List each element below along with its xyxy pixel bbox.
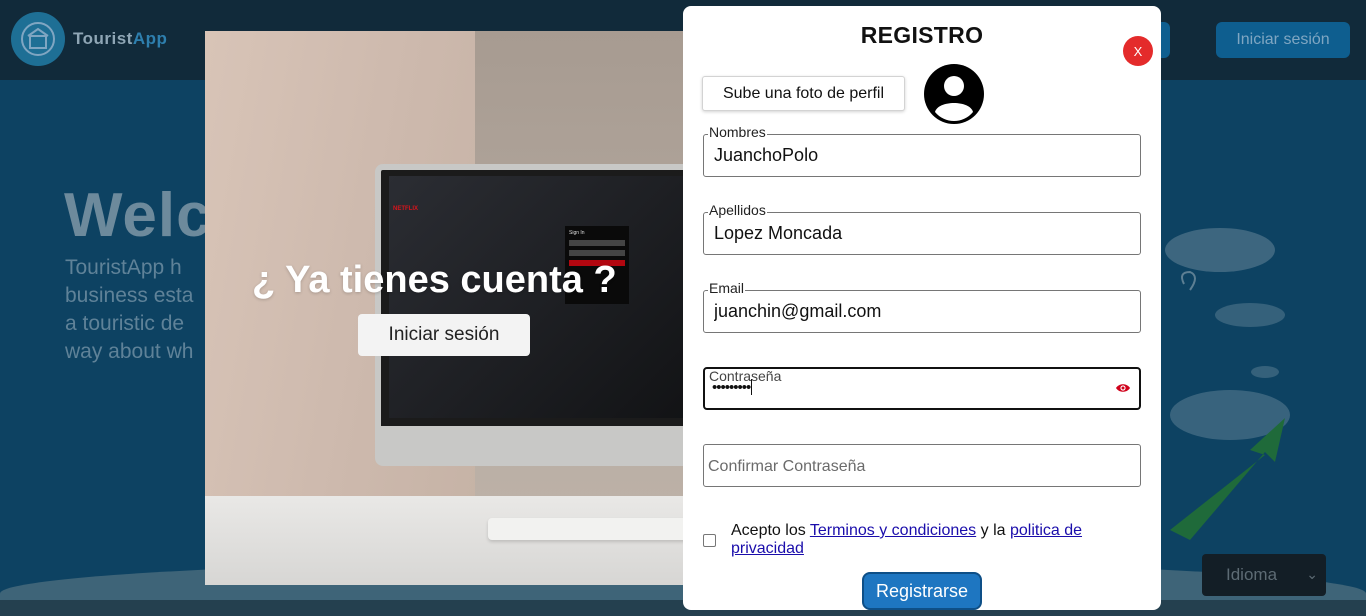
password-field: Contraseña •••••••••: [703, 367, 1141, 410]
modal-title: REGISTRO: [860, 22, 984, 48]
eye-icon[interactable]: [1115, 381, 1131, 395]
terms-checkbox[interactable]: [703, 534, 716, 547]
close-button[interactable]: X: [1123, 36, 1153, 66]
nombres-label: Nombres: [708, 124, 767, 140]
register-button[interactable]: Registrarse: [862, 572, 982, 610]
email-field: Email: [703, 280, 1141, 333]
upload-photo-button[interactable]: Sube una foto de perfil: [702, 76, 905, 111]
keyboard-photo: [488, 518, 698, 540]
language-select[interactable]: Idioma ⌄: [1202, 554, 1326, 596]
email-label: Email: [708, 280, 746, 296]
login-button[interactable]: Iniciar sesión: [358, 314, 530, 356]
login-promo-panel: NETFLIX Sign In ¿ Ya tienes cuenta ? Ini…: [205, 31, 705, 585]
hero-description: TouristApp h business esta a touristic d…: [65, 256, 194, 363]
logo-text: TouristApp: [73, 29, 168, 48]
registration-modal: REGISTRO X Sube una foto de perfil Nombr…: [683, 6, 1161, 610]
nav-login-button[interactable]: Iniciar sesión: [1216, 22, 1350, 58]
terms-text: Acepto los Terminos y condiciones y la p…: [731, 522, 1083, 557]
logo-icon: [11, 12, 65, 66]
confirm-password-field: [703, 444, 1141, 487]
apellidos-field: Apellidos: [703, 202, 1141, 255]
password-label: Contraseña: [709, 368, 782, 384]
email-input[interactable]: [703, 290, 1141, 333]
apellidos-input[interactable]: [703, 212, 1141, 255]
terms-link[interactable]: Terminos y condiciones: [810, 522, 976, 539]
apellidos-label: Apellidos: [708, 202, 767, 218]
user-avatar-icon: [924, 64, 984, 124]
confirm-password-input[interactable]: [703, 444, 1141, 487]
login-prompt-title: ¿ Ya tienes cuenta ?: [252, 259, 617, 301]
app-logo[interactable]: TouristApp: [11, 12, 167, 66]
nombres-field: Nombres: [703, 124, 1141, 177]
chevron-down-icon: ⌄: [1306, 566, 1318, 582]
nombres-input[interactable]: [703, 134, 1141, 177]
hero-heading: Welc: [64, 181, 212, 250]
terms-row: Acepto los Terminos y condiciones y la p…: [703, 522, 1123, 558]
